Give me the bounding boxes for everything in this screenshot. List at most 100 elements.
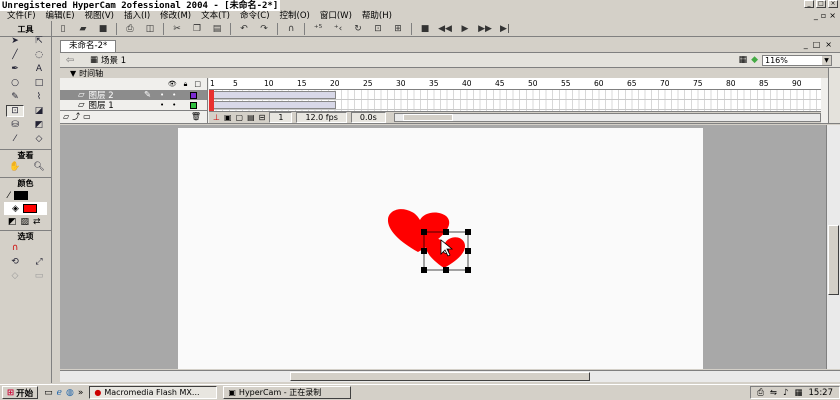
default-colors-icon[interactable]: ◩: [8, 217, 17, 227]
menu-control[interactable]: 控制(O): [275, 9, 315, 21]
volume-tray-icon[interactable]: ♪: [783, 388, 788, 398]
arrow-tool-icon[interactable]: ➤: [6, 35, 24, 47]
zoom-select[interactable]: 116% ▼: [762, 54, 832, 66]
doc-max-icon[interactable]: □: [813, 40, 821, 49]
edit-multiple-icon[interactable]: ▤: [247, 113, 255, 122]
no-color-icon[interactable]: ▨: [21, 217, 30, 227]
menu-help[interactable]: 帮助(H): [357, 9, 397, 21]
visibility-dot[interactable]: •: [160, 91, 164, 99]
stage-canvas[interactable]: [178, 128, 703, 369]
stage-hscroll-thumb[interactable]: [290, 372, 590, 381]
distort-icon[interactable]: ◇: [6, 270, 24, 282]
ime-tray-icon[interactable]: ▦: [794, 388, 802, 398]
keyframe-span-layer-2[interactable]: [211, 91, 336, 99]
menu-commands[interactable]: 命令(C): [235, 9, 275, 21]
keyframe-span-layer-1[interactable]: [211, 101, 336, 109]
add-folder-icon[interactable]: ▭: [83, 112, 91, 121]
cut-icon[interactable]: ✂: [170, 22, 184, 35]
close-button[interactable]: ×: [828, 0, 838, 8]
timeline-header[interactable]: ▼ 时间轴: [60, 68, 840, 78]
scale-icon[interactable]: ⊡: [371, 22, 385, 35]
stage-vscroll-thumb[interactable]: [828, 225, 839, 295]
print-preview-icon[interactable]: ◫: [143, 22, 157, 35]
pen-tool-icon[interactable]: ✒: [6, 63, 24, 75]
brush-tool-icon[interactable]: ⌇: [30, 91, 48, 103]
maximize-button[interactable]: □: [816, 0, 826, 8]
lasso-tool-icon[interactable]: ◌: [30, 49, 48, 61]
zoom-tool-icon[interactable]: 🔍︎: [30, 161, 48, 173]
onion-outline-icon[interactable]: ▢: [236, 113, 244, 122]
play-icon[interactable]: ▶: [458, 22, 472, 35]
snap-magnet-icon[interactable]: ∩: [6, 242, 24, 254]
hand-tool-icon[interactable]: ✋: [6, 161, 24, 173]
paste-icon[interactable]: ▤: [210, 22, 224, 35]
timeline-vscroll[interactable]: [828, 68, 840, 123]
printer-tray-icon[interactable]: ⎙: [757, 388, 764, 398]
browser-icon[interactable]: ℯ: [57, 388, 62, 398]
oval-tool-icon[interactable]: ○: [6, 77, 24, 89]
center-frame-icon[interactable]: ⊥: [213, 113, 220, 122]
add-guide-icon[interactable]: ⤴: [72, 111, 80, 122]
doc-restore-icon[interactable]: ▫: [821, 11, 826, 20]
menu-file[interactable]: 文件(F): [2, 9, 41, 21]
add-layer-icon[interactable]: ▱: [63, 112, 69, 121]
layer-row[interactable]: ▱ 图层 2 ✎ • •: [60, 90, 207, 101]
align-icon[interactable]: ⊞: [391, 22, 405, 35]
delete-layer-icon[interactable]: 🗑︎: [191, 112, 201, 121]
stage-hscroll[interactable]: [60, 370, 840, 382]
taskbar-item-hypercam[interactable]: ▣ HyperCam - 正在录制: [223, 386, 352, 399]
doc-x-icon[interactable]: ×: [825, 40, 832, 49]
document-tab[interactable]: 未命名-2*: [60, 40, 117, 52]
collapse-triangle-icon[interactable]: ▼: [70, 69, 76, 78]
doc-min-icon[interactable]: _: [804, 40, 808, 49]
frame-ruler[interactable]: 1 5 10 15 20 25 30 35 40 45 50 55 60 65 …: [209, 78, 821, 90]
onion-markers-icon[interactable]: ⊟: [259, 113, 266, 122]
lock-icon[interactable]: 🔒︎: [184, 80, 188, 89]
back-arrow-icon[interactable]: ⇦: [60, 55, 80, 66]
rotate-skew-icon[interactable]: ⟲: [6, 256, 24, 268]
layer-color-swatch[interactable]: [190, 91, 197, 99]
save-icon[interactable]: ■: [96, 22, 110, 35]
taskbar-item-flash[interactable]: ● Macromedia Flash MX...: [89, 386, 218, 399]
line-tool-icon[interactable]: ╱: [6, 49, 24, 61]
eyedropper-tool-icon[interactable]: ⁄: [6, 133, 24, 145]
fill-color-swatch[interactable]: [22, 204, 37, 213]
eye-icon[interactable]: 👁︎: [168, 80, 177, 88]
layer-row[interactable]: ▱ 图层 1 • •: [60, 100, 207, 111]
desktop-icon[interactable]: ▭: [44, 388, 53, 398]
doc-minimize-icon[interactable]: _: [814, 11, 818, 20]
doc-close-icon[interactable]: ×: [829, 11, 836, 20]
menu-text[interactable]: 文本(T): [196, 9, 235, 21]
fast-forward-icon[interactable]: ▶▶: [478, 22, 492, 35]
stop-icon[interactable]: ■: [418, 22, 432, 35]
lock-dot[interactable]: •: [172, 91, 176, 99]
menu-insert[interactable]: 插入(I): [119, 9, 155, 21]
free-transform-tool-icon[interactable]: ⊡: [6, 105, 24, 117]
magnet-icon[interactable]: ∩: [284, 22, 298, 35]
media-icon[interactable]: »: [78, 388, 84, 398]
scene-breadcrumb[interactable]: ▦ 场景 1: [90, 54, 126, 66]
edit-scene-icon[interactable]: ▦: [739, 55, 748, 65]
start-button[interactable]: ⊞ 开始: [2, 386, 39, 399]
menu-window[interactable]: 窗口(W): [315, 9, 357, 21]
copy-icon[interactable]: ❐: [190, 22, 204, 35]
ink-bottle-tool-icon[interactable]: ⛁: [6, 119, 24, 131]
scale-option-icon[interactable]: ⤢: [30, 256, 48, 268]
frame-rate-field[interactable]: 12.0 fps: [296, 112, 347, 123]
edit-symbol-icon[interactable]: ◆: [751, 55, 758, 65]
print-icon[interactable]: ⎙: [123, 22, 137, 35]
rectangle-tool-icon[interactable]: □: [30, 77, 48, 89]
frame-grid[interactable]: [209, 90, 821, 123]
menu-view[interactable]: 视图(V): [80, 9, 119, 21]
envelope-icon[interactable]: ▭: [30, 270, 48, 282]
stage-vscroll[interactable]: [826, 125, 840, 369]
eraser-tool-icon[interactable]: ◇: [30, 133, 48, 145]
stroke-color-swatch[interactable]: [13, 191, 28, 200]
pencil-tool-icon[interactable]: ✎: [6, 91, 24, 103]
chevron-down-icon[interactable]: ▼: [822, 55, 831, 65]
go-end-icon[interactable]: ▶|: [498, 22, 512, 35]
timeline-hscroll[interactable]: [393, 113, 821, 122]
paint-bucket-tool-icon[interactable]: ◩: [30, 119, 48, 131]
explorer-icon[interactable]: ◍: [66, 388, 74, 398]
menu-edit[interactable]: 编辑(E): [41, 9, 80, 21]
